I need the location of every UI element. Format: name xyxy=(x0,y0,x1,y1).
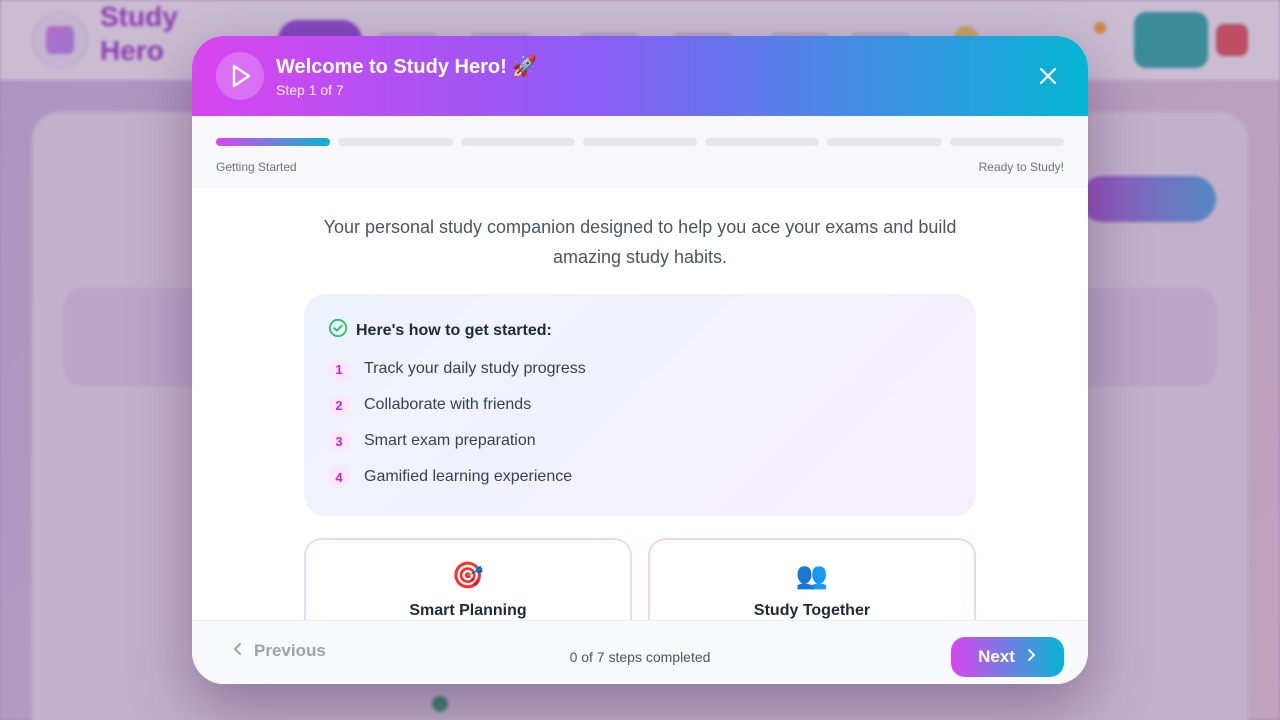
step-item: 1 Track your daily study progress xyxy=(328,358,586,380)
modal-body[interactable]: Your personal study companion designed t… xyxy=(192,188,1088,620)
chevron-right-icon xyxy=(1025,647,1037,667)
progress-segment xyxy=(338,138,453,146)
feature-title: Smart Planning xyxy=(409,602,527,619)
step-number: 4 xyxy=(328,466,350,488)
onboarding-modal: Welcome to Study Hero! 🚀 Step 1 of 7 Get… xyxy=(192,36,1088,684)
step-number: 3 xyxy=(328,430,350,452)
progress-segment xyxy=(705,138,820,146)
next-label: Next xyxy=(978,647,1015,666)
step-number: 2 xyxy=(328,394,350,416)
step-text: Smart exam preparation xyxy=(364,432,536,449)
step-text: Gamified learning experience xyxy=(364,468,573,485)
target-icon: 🎯 xyxy=(451,560,485,590)
progress-segment xyxy=(949,138,1064,146)
modal-header: Welcome to Study Hero! 🚀 Step 1 of 7 xyxy=(192,36,1088,116)
step-indicator: Step 1 of 7 xyxy=(276,82,344,98)
progress-segment xyxy=(582,138,698,146)
modal-title: Welcome to Study Hero! 🚀 xyxy=(276,56,538,78)
step-item: 2 Collaborate with friends xyxy=(328,394,531,416)
step-text: Collaborate with friends xyxy=(364,396,532,413)
step-item: 3 Smart exam preparation xyxy=(328,430,536,452)
getting-started-box: Here's how to get started: 1 Track your … xyxy=(304,294,976,516)
progress-segment xyxy=(216,138,331,146)
progress-end-label: Ready to Study! xyxy=(978,160,1064,174)
modal-footer: Previous 0 of 7 steps completed Next xyxy=(192,620,1088,684)
play-icon xyxy=(216,52,264,100)
step-number: 1 xyxy=(328,358,350,380)
people-icon: 👥 xyxy=(795,560,829,590)
progress-segment xyxy=(827,138,942,146)
progress-area: Getting Started Ready to Study! xyxy=(192,116,1088,188)
feature-card-study-together: 👥 Study Together xyxy=(648,538,976,620)
check-circle-icon xyxy=(328,318,348,343)
steps-heading: Here's how to get started: xyxy=(328,318,552,343)
feature-card-smart-planning: 🎯 Smart Planning xyxy=(304,538,632,620)
progress-bar xyxy=(216,138,1064,146)
intro-text: Your personal study companion designed t… xyxy=(323,217,957,267)
step-text: Track your daily study progress xyxy=(364,360,586,377)
step-item: 4 Gamified learning experience xyxy=(328,466,572,488)
progress-start-label: Getting Started xyxy=(216,160,297,174)
steps-heading-text: Here's how to get started: xyxy=(356,321,552,339)
feature-title: Study Together xyxy=(753,602,871,619)
progress-segment xyxy=(460,138,575,146)
next-button[interactable]: Next xyxy=(951,637,1064,677)
close-icon[interactable] xyxy=(1034,62,1062,90)
